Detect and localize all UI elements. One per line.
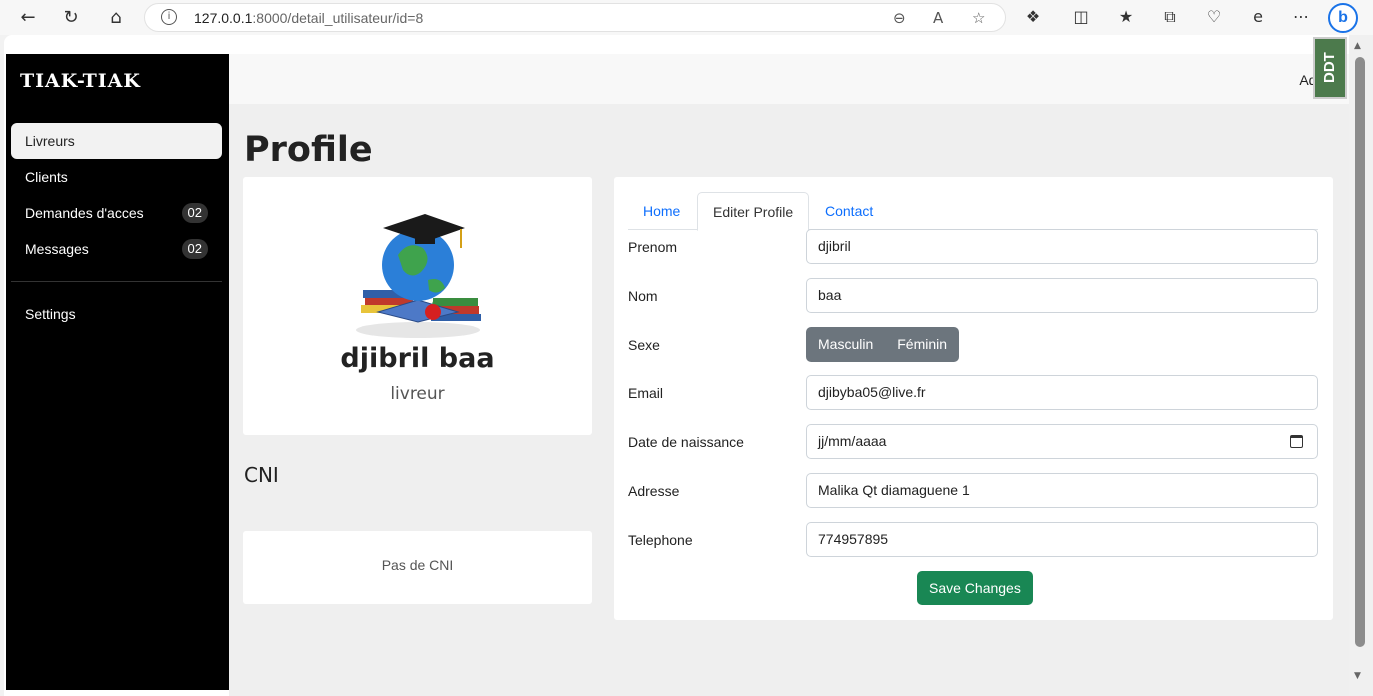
- naissance-label: Date de naissance: [628, 434, 744, 450]
- back-icon[interactable]: ←: [15, 5, 41, 29]
- brand-logo[interactable]: TIAK-TIAK: [20, 70, 141, 92]
- adresse-input[interactable]: Malika Qt diamaguene 1: [806, 473, 1318, 508]
- sidebar-item-label: Messages: [25, 241, 89, 257]
- sidebar-item-label: Demandes d'acces: [25, 205, 144, 221]
- read-aloud-icon[interactable]: A: [933, 9, 943, 27]
- sexe-toggle-group: Masculin Féminin: [806, 327, 960, 362]
- address-bar[interactable]: i 127.0.0.1:8000/detail_utilisateur/id=8…: [144, 3, 1006, 32]
- sidebar-item-label: Settings: [25, 306, 76, 322]
- home-icon[interactable]: ⌂: [103, 5, 129, 29]
- sidebar-item-settings[interactable]: Settings: [11, 296, 222, 332]
- extensions-icon[interactable]: ❖: [1021, 5, 1045, 29]
- page-title: Profile: [244, 130, 373, 170]
- browser-essentials-icon[interactable]: ♡: [1202, 5, 1226, 29]
- sidebar-item-messages[interactable]: Messages 02: [11, 231, 222, 267]
- count-badge: 02: [181, 239, 208, 259]
- bing-copilot-icon[interactable]: b: [1328, 3, 1358, 33]
- reload-icon[interactable]: ↻: [58, 5, 84, 29]
- split-screen-icon[interactable]: ◫: [1069, 5, 1093, 29]
- profile-tabs: Home Editer Profile Contact: [628, 192, 1318, 231]
- cni-empty-text: Pas de CNI: [381, 557, 454, 573]
- tab-editer-profile[interactable]: Editer Profile: [697, 192, 810, 231]
- profile-avatar: [356, 214, 481, 338]
- favorite-star-icon[interactable]: ☆: [972, 9, 985, 27]
- cni-card: Pas de CNI: [243, 531, 592, 604]
- favorites-icon[interactable]: ★: [1114, 5, 1138, 29]
- more-menu-icon[interactable]: ⋯: [1289, 5, 1313, 29]
- profile-name: djibril baa: [340, 343, 495, 374]
- sexe-feminin-button[interactable]: Féminin: [885, 327, 959, 362]
- edit-profile-card: Home Editer Profile Contact Prenom djibr…: [614, 177, 1333, 620]
- collections-icon[interactable]: ⧉: [1158, 5, 1182, 29]
- sidebar: TIAK-TIAK Livreurs Clients Demandes d'ac…: [6, 54, 229, 690]
- tab-contact[interactable]: Contact: [810, 192, 888, 230]
- url-text[interactable]: 127.0.0.1:8000/detail_utilisateur/id=8: [194, 10, 423, 26]
- top-navbar: Admin: [229, 54, 1349, 104]
- email-label: Email: [628, 385, 664, 401]
- prenom-input[interactable]: djibril: [806, 229, 1318, 264]
- save-changes-button[interactable]: Save Changes: [917, 571, 1033, 605]
- sidebar-item-label: Livreurs: [25, 133, 75, 149]
- telephone-label: Telephone: [628, 532, 693, 548]
- calendar-icon[interactable]: [1290, 435, 1303, 448]
- nom-label: Nom: [628, 288, 658, 304]
- site-info-icon[interactable]: i: [161, 9, 177, 25]
- prenom-label: Prenom: [628, 239, 678, 255]
- main-content: Profile djibril baa livreur CNI Pas de C…: [229, 104, 1349, 696]
- browser-toolbar: ← ↻ ⌂ i 127.0.0.1:8000/detail_utilisateu…: [0, 0, 1373, 35]
- sexe-masculin-button[interactable]: Masculin: [806, 327, 885, 362]
- page-scrollbar[interactable]: ▲ ▼: [1349, 35, 1373, 696]
- sidebar-item-livreurs[interactable]: Livreurs: [11, 123, 222, 159]
- sidebar-item-label: Clients: [25, 169, 68, 185]
- scroll-up-icon[interactable]: ▲: [1354, 41, 1361, 51]
- sidebar-divider: [11, 281, 222, 282]
- edge-icon[interactable]: e: [1246, 5, 1270, 29]
- scroll-down-icon[interactable]: ▼: [1354, 671, 1361, 681]
- profile-role: livreur: [390, 384, 445, 404]
- count-badge: 02: [181, 203, 208, 223]
- tab-home[interactable]: Home: [628, 192, 695, 230]
- sidebar-item-clients[interactable]: Clients: [11, 159, 222, 195]
- web-page: TIAK-TIAK Livreurs Clients Demandes d'ac…: [4, 35, 1349, 696]
- ddt-extension-badge[interactable]: DDT: [1313, 37, 1347, 99]
- cni-heading: CNI: [244, 463, 279, 487]
- telephone-input[interactable]: 774957895: [806, 522, 1318, 557]
- scroll-thumb[interactable]: [1355, 57, 1365, 647]
- email-input[interactable]: djibyba05@live.fr: [806, 375, 1318, 410]
- date-placeholder: jj/mm/aaaa: [818, 433, 887, 449]
- nom-input[interactable]: baa: [806, 278, 1318, 313]
- sidebar-item-demandes-acces[interactable]: Demandes d'acces 02: [11, 195, 222, 231]
- naissance-date-input[interactable]: jj/mm/aaaa: [806, 424, 1318, 459]
- sexe-label: Sexe: [628, 337, 660, 353]
- adresse-label: Adresse: [628, 483, 680, 499]
- zoom-icon[interactable]: ⊖: [893, 9, 906, 27]
- profile-card: djibril baa livreur: [243, 177, 592, 435]
